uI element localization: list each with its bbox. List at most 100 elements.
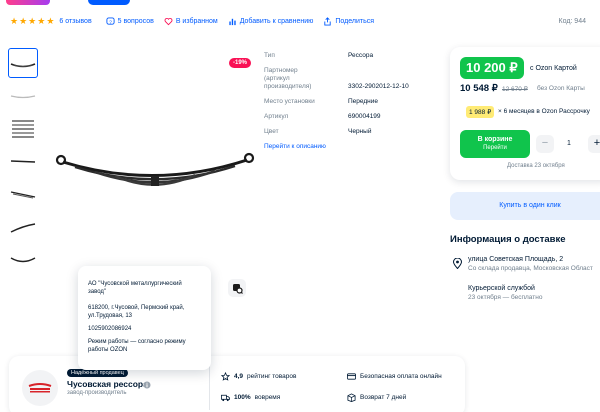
spec-label: Партномер (артикул производителя) [264, 67, 312, 90]
thumbnail[interactable] [8, 213, 38, 243]
compare-icon [229, 18, 236, 25]
return-box-icon [347, 393, 356, 402]
installment-badge[interactable]: 1 988 ₽ [466, 106, 495, 118]
spec-value: Черный [348, 128, 372, 135]
no-card-note: без Ozon Карты [537, 85, 585, 92]
spec-label: Цвет [264, 128, 279, 135]
star-icon: ★ [46, 15, 55, 26]
ontime-stat: 100% вовремя [221, 393, 280, 402]
seller-info-tooltip: АО "Чусовской металлургический завод" 61… [78, 266, 211, 370]
thumbnail[interactable] [8, 81, 38, 111]
thumbnail[interactable] [8, 114, 38, 144]
product-specs: Тип Рессора Партномер (артикул производи… [264, 52, 444, 150]
star-icon: ★ [10, 15, 19, 26]
secure-payment-stat: Безопасная оплата онлайн [347, 372, 442, 381]
leaf-spring-thumb-image [10, 223, 36, 233]
tooltip-ogrn: 1025902086924 [88, 326, 132, 332]
ozon-card-note: с Ozon Картой [530, 65, 577, 72]
questions-label: 5 вопросов [117, 17, 154, 25]
header-banner-fragment [6, 0, 50, 5]
ontime-value: 100% [234, 394, 251, 401]
rating-stars[interactable]: ★ ★ ★ ★ ★ [10, 15, 55, 26]
info-icon[interactable] [143, 381, 151, 389]
share-link[interactable]: Поделиться [323, 16, 374, 26]
seller-logo[interactable] [22, 370, 58, 406]
courier-delivery-note: 23 октября — бесплатно [468, 294, 543, 301]
quantity-increase-button[interactable]: + [588, 135, 600, 153]
spec-row: Партномер (артикул производителя) 3302-2… [264, 67, 444, 91]
ozon-card-price: 10 200 ₽ [460, 57, 524, 79]
questions-link[interactable]: ? 5 вопросов [106, 16, 154, 26]
svg-text:?: ? [109, 19, 112, 25]
buy-one-click-button[interactable]: Купить в один клик [450, 192, 600, 220]
reviews-link[interactable]: 6 отзывов [59, 18, 91, 25]
reliable-seller-badge: Надёжный продавец [67, 369, 128, 377]
old-price: 12 670 ₽ [502, 86, 528, 93]
leaf-spring-main-image[interactable] [55, 140, 255, 195]
discount-badge: -19% [229, 58, 252, 68]
ontime-label: вовремя [254, 394, 281, 401]
image-search-icon [232, 283, 243, 294]
returns-stat: Возврат 7 дней [347, 393, 406, 402]
compare-label: Добавить к сравнению [239, 17, 314, 25]
product-code: Код: 944 [558, 17, 586, 25]
spec-value: Рессора [348, 52, 374, 59]
spec-row: Цвет Черный [264, 128, 444, 136]
seller-type: завод-производитель [67, 390, 127, 396]
go-to-description-link[interactable]: Перейти к описанию [264, 143, 444, 150]
heart-icon [164, 17, 173, 25]
price-card: 10 200 ₽ с Ozon Картой 10 548 ₽ 12 670 ₽… [450, 47, 600, 180]
product-info-bar: ★ ★ ★ ★ ★ 6 отзывов ? 5 вопросов В избра… [0, 12, 600, 30]
rating-label: рейтинг товаров [247, 373, 297, 380]
go-to-cart-label: Перейти [483, 145, 507, 151]
header-button-fragment[interactable] [88, 0, 130, 5]
share-icon [324, 16, 332, 26]
seller-name[interactable]: Чусовская рессора [67, 379, 148, 389]
leaf-spring-thumb-image [10, 191, 36, 199]
leaf-spring-thumb-image [10, 95, 36, 99]
returns-label: Возврат 7 дней [360, 394, 407, 401]
in-cart-button[interactable]: В корзине Перейти [460, 130, 530, 158]
leaf-spring-thumb-image [10, 257, 36, 263]
reviews-label: 6 отзывов [59, 17, 92, 25]
star-outline-icon [221, 372, 230, 381]
spec-row: Место установки Передние [264, 98, 444, 106]
question-bubble-icon: ? [106, 16, 115, 25]
in-cart-label: В корзине [477, 136, 513, 143]
spec-value: Передние [348, 98, 379, 105]
spec-label: Тип [264, 52, 275, 59]
spec-label: Место установки [264, 98, 315, 105]
leaf-spring-thumb-image [10, 160, 36, 163]
regular-price: 10 548 ₽ [460, 83, 498, 94]
thumbnail[interactable] [8, 48, 38, 78]
favorite-label: В избранном [175, 17, 218, 25]
installment-note: × 6 месяцев в Ozon Рассрочку [498, 108, 590, 115]
compare-link[interactable]: Добавить к сравнению [228, 17, 314, 26]
thumbnail-strip [8, 48, 42, 279]
rating-value: 4,9 [234, 373, 244, 380]
delivery-address-note: Со склада продавца, Московская Област [468, 265, 593, 272]
spec-value: 690004199 [348, 113, 381, 120]
star-icon: ★ [19, 15, 28, 26]
quantity-decrease-button[interactable]: − [536, 135, 554, 153]
thumbnail[interactable] [8, 246, 38, 276]
delivery-address[interactable]: улица Советская Площадь, 2 [468, 256, 563, 263]
seller-logo-image [28, 383, 52, 393]
thumbnail[interactable] [8, 180, 38, 210]
location-pin-icon [453, 258, 462, 269]
star-icon: ★ [28, 15, 37, 26]
delivery-info-title: Информация о доставке [450, 234, 566, 245]
leaf-spring-thumb-image [10, 63, 36, 68]
rating-stat: 4,9 рейтинг товаров [221, 372, 296, 381]
spec-row: Тип Рессора [264, 52, 444, 60]
star-icon: ★ [37, 15, 46, 26]
divider [209, 364, 210, 410]
image-search-button[interactable] [228, 279, 246, 297]
secure-payment-label: Безопасная оплата онлайн [360, 373, 442, 380]
tooltip-address: 618200, г.Чусовой, Пермский край, ул.Тру… [88, 305, 185, 319]
tooltip-company: АО "Чусовской металлургический завод" [88, 281, 182, 295]
spec-value: 3302-2902012-12-10 [348, 83, 409, 90]
favorite-link[interactable]: В избранном [164, 17, 218, 26]
thumbnail[interactable] [8, 147, 38, 177]
truck-icon [221, 394, 230, 402]
